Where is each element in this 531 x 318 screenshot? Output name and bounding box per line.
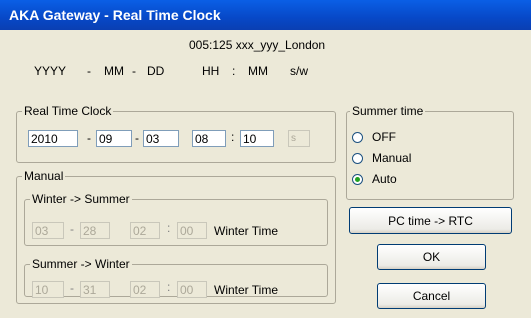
ws-month-field [32,222,64,239]
header-sw: s/w [290,64,308,78]
summer-manual-label[interactable]: Manual [372,151,411,165]
header-month: MM [104,64,124,78]
rtc-hour-field[interactable] [192,130,226,147]
sw-dash: - [70,281,74,295]
ok-button[interactable]: OK [377,244,486,270]
rtc-month-field[interactable] [96,130,132,147]
header-dash: - [87,64,91,78]
rtc-dash: - [87,131,91,145]
rtc-dash: - [135,131,139,145]
ws-dash: - [70,222,74,236]
pc-time-to-rtc-button[interactable]: PC time -> RTC [349,207,512,234]
rtc-sw-field [288,130,310,147]
rtc-minute-field[interactable] [240,130,274,147]
manual-group-label: Manual [22,169,66,183]
header-year: YYYY [34,64,67,78]
header-dash: - [132,64,136,78]
cancel-button-label: Cancel [412,289,451,303]
ws-suffix: Winter Time [214,224,279,238]
ws-minute-field [177,222,207,239]
title-bar[interactable]: AKA Gateway - Real Time Clock [0,0,531,30]
device-label: 005:125 xxx_yyy_London [189,38,326,52]
summer-auto-label[interactable]: Auto [372,172,397,186]
summer-auto-radio[interactable] [352,174,363,185]
summer-manual-radio[interactable] [352,153,363,164]
ok-button-label: OK [422,250,441,264]
header-minute: MM [248,64,268,78]
rtc-dialog: AKA Gateway - Real Time Clock 005:125 xx… [0,0,531,318]
sw-month-field [32,281,64,298]
rtc-colon: : [231,130,235,144]
sw-day-field [80,281,110,298]
pc-time-button-label: PC time -> RTC [388,213,473,228]
header-day: DD [147,64,165,78]
rtc-day-field[interactable] [143,130,179,147]
sw-suffix: Winter Time [214,283,279,297]
sw-minute-field [177,281,207,298]
summer-time-label: Summer time [350,104,426,118]
sw-colon: : [167,280,171,294]
summer-winter-label: Summer -> Winter [30,257,132,271]
rtc-year-field[interactable] [28,130,78,147]
header-hour: HH [202,64,220,78]
ws-hour-field [130,222,160,239]
window-title: AKA Gateway - Real Time Clock [9,7,221,23]
cancel-button[interactable]: Cancel [377,283,486,309]
summer-off-radio[interactable] [352,132,363,143]
rtc-group-label: Real Time Clock [22,104,114,118]
ws-day-field [80,222,110,239]
ws-colon: : [167,221,171,235]
sw-hour-field [130,281,160,298]
winter-summer-label: Winter -> Summer [30,192,132,206]
summer-off-label[interactable]: OFF [372,130,396,144]
header-colon: : [232,64,236,78]
